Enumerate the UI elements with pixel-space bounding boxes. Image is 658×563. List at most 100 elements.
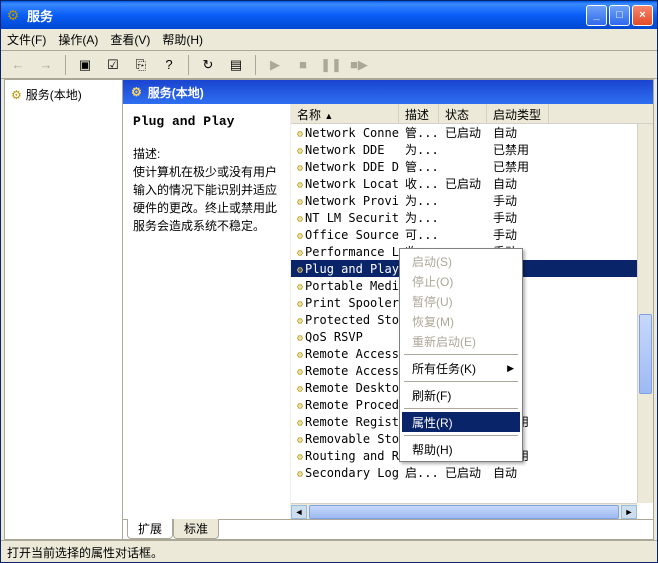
properties-button[interactable]: ☑ [102, 54, 124, 76]
table-row[interactable]: NT LM Security...为... 手动 [291, 209, 653, 226]
help-button[interactable]: ? [158, 54, 180, 76]
detail-panel: Plug and Play 描述: 使计算机在极少或没有用户输入的情况下能识别并… [123, 104, 291, 519]
column-headers: 名称 ▲ 描述 状态 启动类型 [291, 104, 653, 124]
cell: Office Source ... [291, 228, 399, 242]
hscroll-thumb[interactable] [309, 505, 619, 519]
gear-icon: ⚙ [131, 85, 142, 99]
cell: Plug and Play [291, 262, 399, 276]
cell: 自动 [487, 124, 549, 141]
up-button[interactable]: ▣ [74, 54, 96, 76]
cell: 为... [399, 209, 439, 226]
col-name[interactable]: 名称 ▲ [291, 104, 399, 123]
services-window: ⚙ 服务 _ □ × 文件(F) 操作(A) 查看(V) 帮助(H) ← → ▣… [0, 0, 658, 563]
start-button[interactable]: ▶ [264, 54, 286, 76]
close-button[interactable]: × [632, 5, 653, 26]
col-desc[interactable]: 描述 [399, 104, 439, 123]
context-menu-item[interactable]: 刷新(F) [402, 385, 520, 405]
pause-button[interactable]: ❚❚ [320, 54, 342, 76]
tab-standard[interactable]: 标准 [173, 519, 219, 539]
cell: 自动 [487, 464, 549, 481]
col-status[interactable]: 状态 [439, 104, 487, 123]
minimize-button[interactable]: _ [586, 5, 607, 26]
list-button[interactable]: ▤ [225, 54, 247, 76]
context-menu-item[interactable]: 帮助(H) [402, 439, 520, 459]
cell: Remote Access ... [291, 347, 399, 361]
maximize-button[interactable]: □ [609, 5, 630, 26]
cell: 手动 [487, 192, 549, 209]
vertical-scrollbar[interactable] [637, 124, 653, 503]
refresh-button[interactable]: ↻ [197, 54, 219, 76]
menu-separator [404, 408, 518, 409]
context-menu-item: 停止(O) [402, 271, 520, 291]
cell: 收... [399, 175, 439, 192]
cell: Network DDE [291, 143, 399, 157]
context-menu-item: 暂停(U) [402, 291, 520, 311]
cell: Protected Stor... [291, 313, 399, 327]
service-list: 名称 ▲ 描述 状态 启动类型 Network Connec...管...已启动… [291, 104, 653, 519]
separator [188, 55, 189, 75]
table-row[interactable]: Network DDE为... 已禁用 [291, 141, 653, 158]
cell: 手动 [487, 209, 549, 226]
menu-action[interactable]: 操作(A) [58, 31, 98, 48]
context-menu-item: 启动(S) [402, 251, 520, 271]
context-menu-item: 恢复(M) [402, 311, 520, 331]
horizontal-scrollbar[interactable]: ◄ ► [291, 503, 637, 519]
table-row[interactable]: Network Connec...管...已启动自动 [291, 124, 653, 141]
stop-button[interactable]: ■ [292, 54, 314, 76]
scroll-left-button[interactable]: ◄ [291, 505, 307, 519]
table-row[interactable]: Secondary Logon启...已启动自动 [291, 464, 653, 481]
tree-root[interactable]: ⚙ 服务(本地) [9, 84, 118, 105]
menu-file[interactable]: 文件(F) [7, 31, 46, 48]
selected-service-name: Plug and Play [133, 114, 280, 129]
tree-panel: ⚙ 服务(本地) [5, 80, 123, 539]
menu-separator [404, 354, 518, 355]
tree-root-label: 服务(本地) [26, 86, 82, 103]
cell: 手动 [487, 226, 549, 243]
back-button[interactable]: ← [7, 54, 29, 76]
status-text: 打开当前选择的属性对话框。 [7, 546, 163, 560]
cell: Network DDE DSDM [291, 160, 399, 174]
scroll-right-button[interactable]: ► [621, 505, 637, 519]
toolbar: ← → ▣ ☑ ⎘ ? ↻ ▤ ▶ ■ ❚❚ ■▶ [1, 51, 657, 79]
restart-button[interactable]: ■▶ [348, 54, 370, 76]
cell: Performance Lo... [291, 245, 399, 259]
table-row[interactable]: Network Provis...为...手动 [291, 192, 653, 209]
forward-button[interactable]: → [35, 54, 57, 76]
menu-separator [404, 381, 518, 382]
chevron-right-icon: ▶ [507, 363, 514, 374]
menu-help[interactable]: 帮助(H) [162, 31, 203, 48]
cell: Remote Registry [291, 415, 399, 429]
cell: 已启动 [439, 124, 487, 141]
table-row[interactable]: Network Locati...收...已启动自动 [291, 175, 653, 192]
cell: Routing and Re... [291, 449, 399, 463]
cell: Print Spooler [291, 296, 399, 310]
context-menu-item[interactable]: 所有任务(K)▶ [402, 358, 520, 378]
cell: Network Locati... [291, 177, 399, 191]
cell: 为... [399, 141, 439, 158]
window-buttons: _ □ × [586, 5, 653, 26]
table-row[interactable]: Office Source ...可... 手动 [291, 226, 653, 243]
menu-view[interactable]: 查看(V) [110, 31, 150, 48]
context-menu: 启动(S)停止(O)暂停(U)恢复(M)重新启动(E)所有任务(K)▶刷新(F)… [399, 248, 523, 462]
col-startup[interactable]: 启动类型 [487, 104, 549, 123]
statusbar: 打开当前选择的属性对话框。 [1, 540, 657, 562]
cell: Remote Procedu... [291, 398, 399, 412]
cell: 可... [399, 226, 439, 243]
tab-extended[interactable]: 扩展 [127, 519, 173, 539]
right-body: Plug and Play 描述: 使计算机在极少或没有用户输入的情况下能识别并… [123, 104, 653, 519]
scroll-thumb[interactable] [639, 314, 652, 394]
cell: Network Connec... [291, 126, 399, 140]
cell: 已禁用 [487, 141, 549, 158]
cell: NT LM Security... [291, 211, 399, 225]
cell: Portable Media... [291, 279, 399, 293]
table-row[interactable]: Network DDE DSDM管...已禁用 [291, 158, 653, 175]
bottom-tabs: 扩展 标准 [123, 519, 653, 539]
desc-label: 描述: [133, 145, 280, 163]
titlebar[interactable]: ⚙ 服务 _ □ × [1, 1, 657, 29]
separator [255, 55, 256, 75]
cell: Remote Access ... [291, 364, 399, 378]
cell: 管... [399, 124, 439, 141]
body: ⚙ 服务(本地) ⚙ 服务(本地) Plug and Play 描述: 使计算机… [4, 79, 654, 540]
export-button[interactable]: ⎘ [130, 54, 152, 76]
context-menu-item[interactable]: 属性(R) [402, 412, 520, 432]
